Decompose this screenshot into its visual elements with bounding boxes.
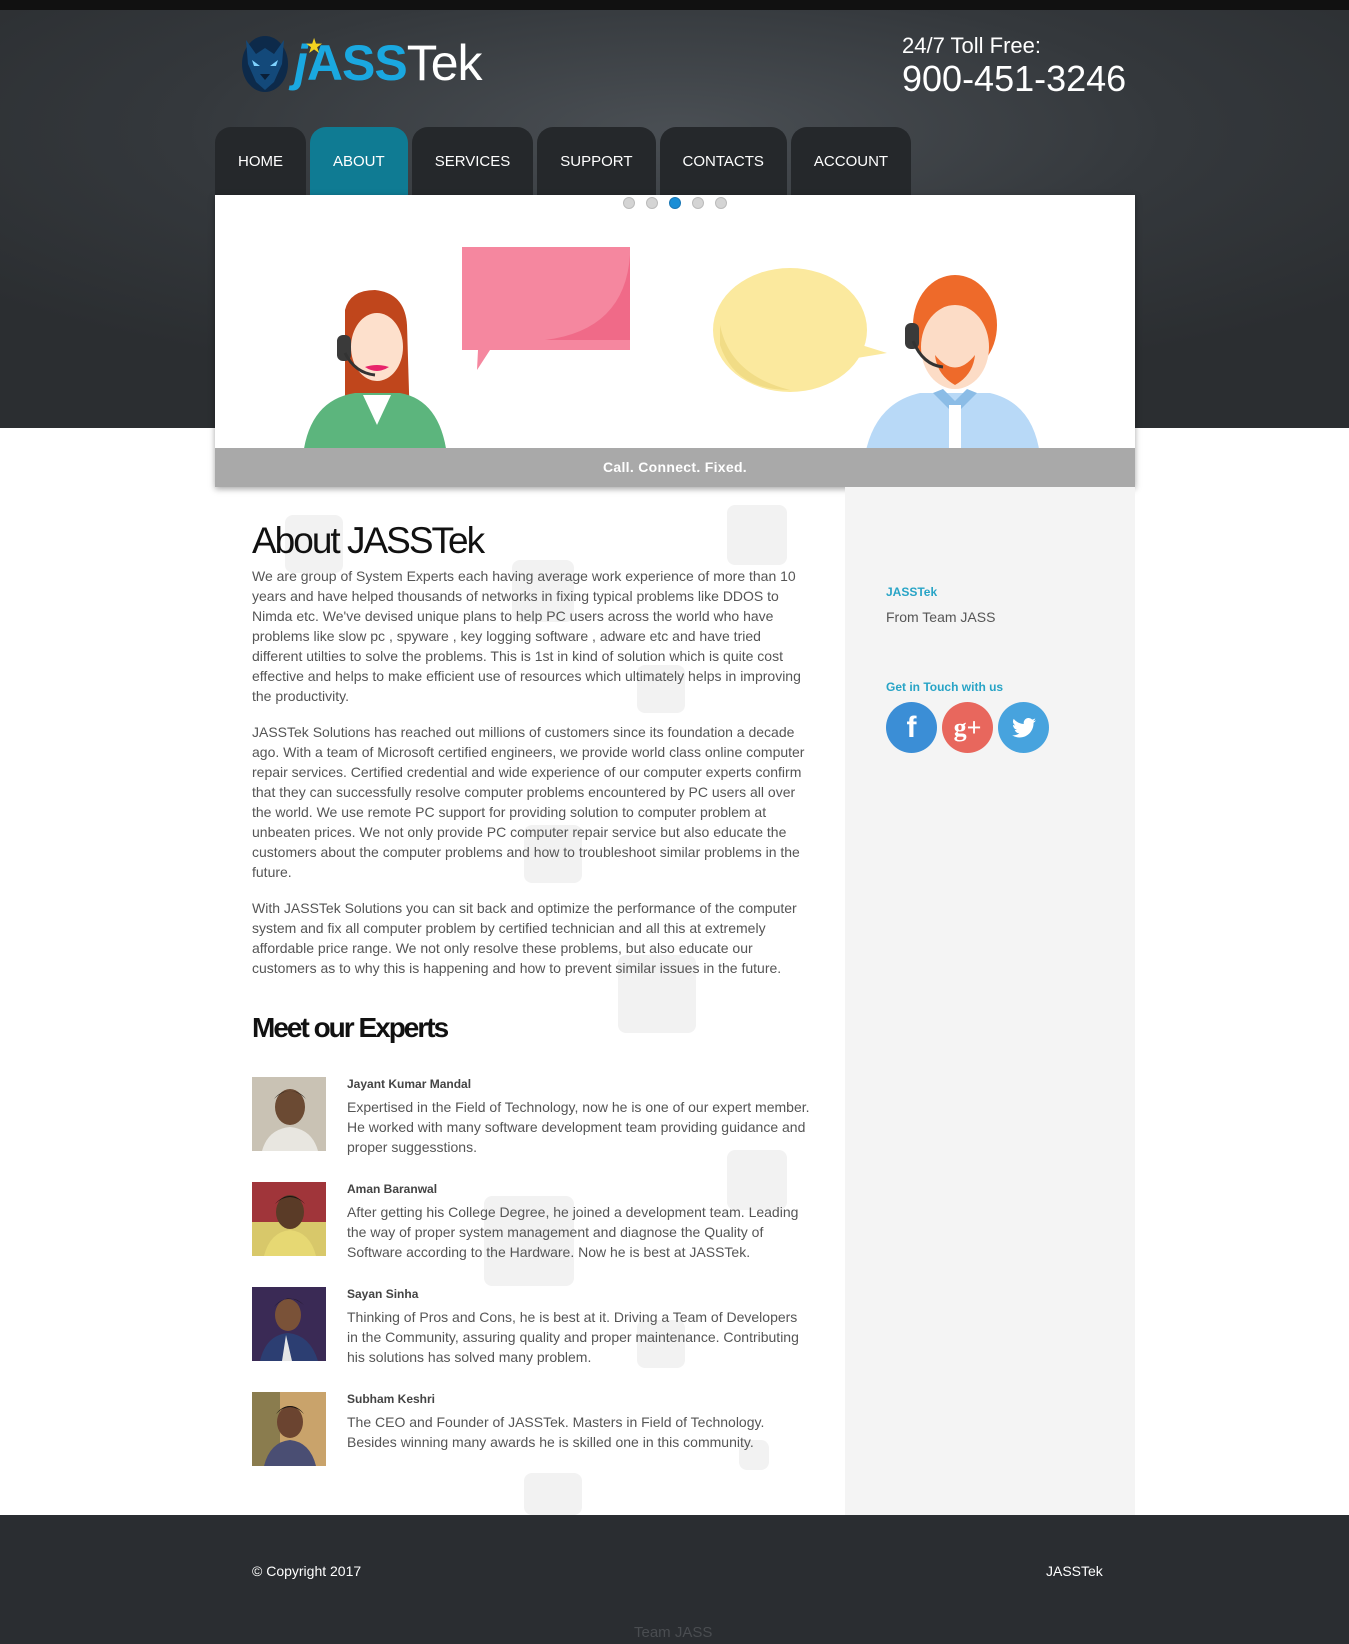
sidebar-panel bbox=[845, 487, 1135, 1515]
site-footer: © Copyright 2017 JASSTek Team JASS bbox=[0, 1515, 1349, 1644]
expert-bio: Thinking of Pros and Cons, he is best at… bbox=[347, 1309, 799, 1365]
top-strip bbox=[0, 0, 1349, 10]
expert-bio: Expertised in the Field of Technology, n… bbox=[347, 1099, 810, 1155]
google-plus-icon[interactable]: g+ bbox=[942, 702, 993, 753]
facebook-icon[interactable]: f bbox=[886, 702, 937, 753]
nav-tab-account[interactable]: ACCOUNT bbox=[790, 127, 912, 195]
slide-dot[interactable] bbox=[715, 197, 727, 209]
nav-tab-about[interactable]: ABOUT bbox=[310, 127, 408, 195]
toll-free-block: 24/7 Toll Free: 900-451-3246 bbox=[902, 33, 1126, 99]
copyright-text: © Copyright 2017 bbox=[252, 1563, 362, 1579]
nav-tab-home[interactable]: HOME bbox=[215, 127, 306, 195]
social-links: f g+ bbox=[886, 702, 1049, 753]
expert-name: Jayant Kumar Mandal bbox=[347, 1077, 472, 1091]
expert-name: Subham Keshri bbox=[347, 1392, 436, 1406]
logo-letters-ass: ASS bbox=[306, 35, 408, 91]
sidebar-team-text: From Team JASS bbox=[886, 609, 996, 625]
wolf-logo-icon bbox=[242, 36, 288, 92]
slider-pagination bbox=[623, 197, 727, 209]
about-paragraph: We are group of System Experts each havi… bbox=[252, 568, 801, 704]
expert-name: Sayan Sinha bbox=[347, 1287, 419, 1301]
page-title: About JASSTek bbox=[252, 520, 485, 561]
logo-letters-tek: Tek bbox=[406, 35, 483, 91]
expert-photo bbox=[252, 1392, 326, 1466]
nav-tab-support[interactable]: SUPPORT bbox=[537, 127, 656, 195]
expert-photo bbox=[252, 1287, 326, 1361]
expert-photo bbox=[252, 1077, 326, 1151]
about-paragraph: With JASSTek Solutions you can sit back … bbox=[252, 900, 797, 976]
hero-slider: Call. Connect. Fixed. bbox=[215, 195, 1135, 487]
logo-letter-j: j bbox=[294, 35, 308, 91]
expert-photo bbox=[252, 1182, 326, 1256]
expert-card: Sayan Sinha Thinking of Pros and Cons, h… bbox=[252, 1287, 812, 1377]
sidebar-brand[interactable]: JASSTek bbox=[886, 585, 937, 599]
experts-heading: Meet our Experts bbox=[252, 1012, 449, 1043]
slide-dot[interactable] bbox=[623, 197, 635, 209]
slide-dot-active[interactable] bbox=[669, 197, 681, 209]
twitter-icon[interactable] bbox=[998, 702, 1049, 753]
nav-tab-contacts[interactable]: CONTACTS bbox=[659, 127, 787, 195]
expert-card: Jayant Kumar Mandal Expertised in the Fi… bbox=[252, 1077, 812, 1167]
logo-text: ★ jASSTek bbox=[294, 34, 483, 92]
expert-card: Subham Keshri The CEO and Founder of JAS… bbox=[252, 1392, 812, 1482]
get-in-touch-heading: Get in Touch with us bbox=[886, 680, 1004, 694]
slide-dot[interactable] bbox=[692, 197, 704, 209]
support-agents-illustration bbox=[303, 247, 1040, 455]
expert-name: Aman Baranwal bbox=[347, 1182, 438, 1196]
nav-tab-services[interactable]: SERVICES bbox=[411, 127, 534, 195]
slide-dot[interactable] bbox=[646, 197, 658, 209]
expert-card: Aman Baranwal After getting his College … bbox=[252, 1182, 812, 1272]
slider-caption: Call. Connect. Fixed. bbox=[215, 448, 1135, 487]
main-nav: HOME ABOUT SERVICES SUPPORT CONTACTS ACC… bbox=[215, 127, 912, 195]
expert-bio: The CEO and Founder of JASSTek. Masters … bbox=[347, 1414, 765, 1450]
footer-brand-link[interactable]: JASSTek bbox=[1046, 1563, 1103, 1579]
star-icon: ★ bbox=[306, 36, 322, 56]
main-content: About JASSTek We are group of System Exp… bbox=[252, 520, 812, 1052]
toll-free-number[interactable]: 900-451-3246 bbox=[902, 59, 1126, 99]
toll-free-label: 24/7 Toll Free: bbox=[902, 33, 1042, 58]
site-logo[interactable]: ★ jASSTek bbox=[240, 28, 483, 98]
footer-team-text: Team JASS bbox=[634, 1624, 713, 1641]
about-paragraph: JASSTek Solutions has reached out millio… bbox=[252, 724, 805, 880]
expert-bio: After getting his College Degree, he joi… bbox=[347, 1204, 799, 1260]
